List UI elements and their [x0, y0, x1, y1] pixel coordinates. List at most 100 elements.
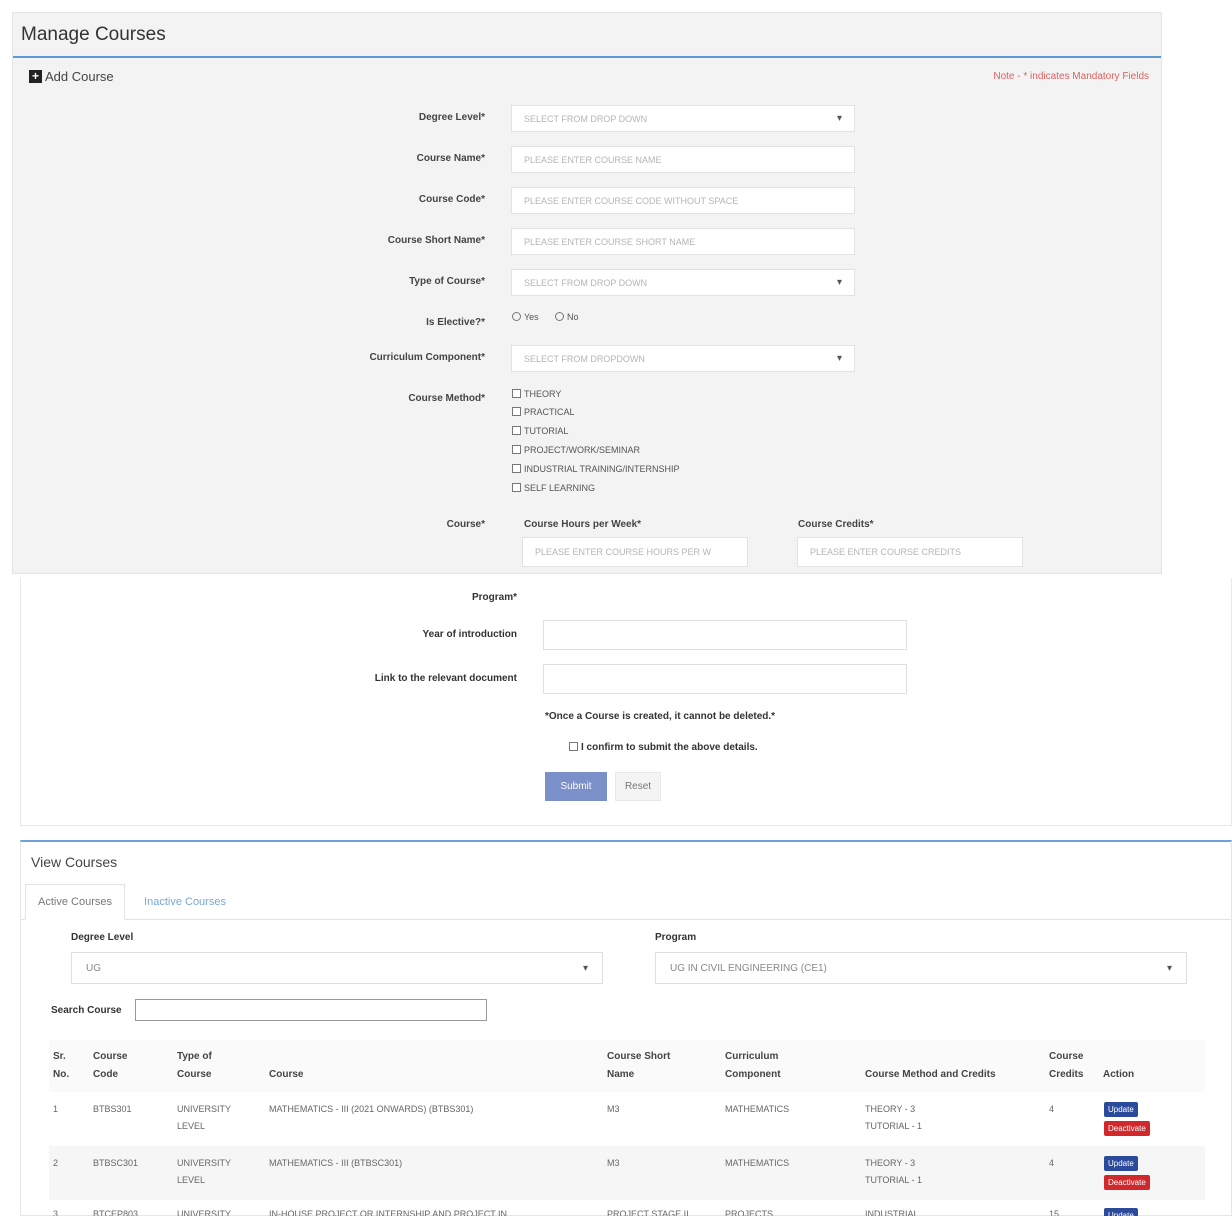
cell-sr: 3	[53, 1209, 59, 1216]
cell-short: M3	[607, 1104, 620, 1114]
short-name-label: Course Short Name*	[387, 235, 485, 246]
view-courses-panel: View Courses Active Courses Inactive Cou…	[20, 840, 1232, 1216]
elective-yes-radio[interactable]	[512, 312, 521, 321]
program-label: Program*	[471, 592, 517, 603]
cell-sr: 2	[53, 1158, 59, 1168]
method-checkbox[interactable]	[512, 483, 521, 492]
course-code-input[interactable]: PLEASE ENTER COURSE CODE WITHOUT SPACE	[511, 187, 855, 214]
tab-active-courses[interactable]: Active Courses	[25, 884, 125, 920]
cell-type: UNIVERSITY	[177, 1209, 232, 1216]
degree-level-filter[interactable]: UG ▾	[71, 952, 603, 984]
elective-no-radio[interactable]	[555, 312, 564, 321]
header-comp: Curriculum Component	[725, 1051, 781, 1080]
course-tabs: Active Courses Inactive Courses	[21, 884, 1231, 920]
elective-no-label: No	[567, 312, 579, 322]
deactivate-button[interactable]: Deactivate	[1104, 1121, 1150, 1136]
cell-type: UNIVERSITY LEVEL	[177, 1104, 232, 1131]
update-button[interactable]: Update	[1104, 1208, 1138, 1216]
course-name-label: Course Name*	[416, 153, 485, 164]
year-input[interactable]	[543, 620, 907, 650]
chevron-down-icon: ▾	[836, 353, 842, 364]
short-name-placeholder: PLEASE ENTER COURSE SHORT NAME	[524, 236, 696, 247]
method-checkbox[interactable]	[512, 407, 521, 416]
update-button[interactable]: Update	[1104, 1156, 1138, 1171]
add-course-label: Add Course	[45, 69, 114, 84]
mandatory-note: Note - * indicates Mandatory Fields	[993, 71, 1149, 82]
reset-button[interactable]: Reset	[615, 772, 661, 801]
method-option[interactable]: INDUSTRIAL TRAINING/INTERNSHIP	[512, 464, 680, 474]
header-method: Course Method and Credits	[865, 1069, 996, 1080]
hours-label: Course Hours per Week*	[524, 519, 642, 530]
add-course-toggle[interactable]: + Add Course	[29, 69, 114, 84]
method-option-label: PRACTICAL	[524, 407, 575, 417]
cell-course: MATHEMATICS - III (BTBSC301)	[269, 1158, 403, 1168]
course-code-label: Course Code*	[418, 194, 485, 205]
method-checkbox[interactable]	[512, 389, 521, 398]
cell-sr: 1	[53, 1104, 59, 1114]
course-name-input[interactable]: PLEASE ENTER COURSE NAME	[511, 146, 855, 173]
method-option-label: SELF LEARNING	[524, 483, 596, 493]
method-option-label: TUTORIAL	[524, 426, 569, 436]
cell-credits: 4	[1049, 1104, 1055, 1114]
cell-comp: MATHEMATICS	[725, 1158, 790, 1168]
curriculum-select-text: SELECT FROM DROPDOWN	[524, 353, 645, 364]
credits-input[interactable]: PLEASE ENTER COURSE CREDITS	[797, 537, 1023, 567]
tab-inactive-courses[interactable]: Inactive Courses	[133, 884, 237, 920]
submit-button[interactable]: Submit	[545, 772, 607, 801]
method-checkbox[interactable]	[512, 426, 521, 435]
type-of-course-label: Type of Course*	[409, 276, 485, 287]
search-input[interactable]	[135, 999, 487, 1021]
method-option[interactable]: PRACTICAL	[512, 407, 575, 417]
method-option[interactable]: PROJECT/WORK/SEMINAR	[512, 445, 640, 455]
chevron-down-icon: ▾	[836, 277, 842, 288]
course-code-placeholder: PLEASE ENTER COURSE CODE WITHOUT SPACE	[524, 195, 739, 206]
short-name-input[interactable]: PLEASE ENTER COURSE SHORT NAME	[511, 228, 855, 255]
confirm-checkbox[interactable]	[569, 742, 578, 751]
header-credits: Course Credits	[1049, 1051, 1084, 1080]
type-of-course-select-text: SELECT FROM DROP DOWN	[524, 277, 648, 288]
cell-credits: 4	[1049, 1158, 1055, 1168]
header-code: Course Code	[93, 1051, 128, 1080]
cell-course: MATHEMATICS - III (2021 ONWARDS) (BTBS30…	[269, 1104, 474, 1114]
degree-level-select[interactable]: SELECT FROM DROP DOWN ▾	[511, 105, 855, 132]
cell-credits: 15	[1049, 1209, 1060, 1216]
method-option[interactable]: THEORY	[512, 389, 561, 399]
course-method-label: Course Method*	[408, 393, 485, 404]
hours-input[interactable]: PLEASE ENTER COURSE HOURS PER W	[522, 537, 748, 567]
update-button[interactable]: Update	[1104, 1102, 1138, 1117]
method-option-label: PROJECT/WORK/SEMINAR	[524, 445, 641, 455]
type-of-course-select[interactable]: SELECT FROM DROP DOWN ▾	[511, 269, 855, 296]
method-checkbox[interactable]	[512, 464, 521, 473]
confirm-label: I confirm to submit the above details.	[581, 742, 758, 753]
cell-comp: MATHEMATICS	[725, 1104, 790, 1114]
elective-no-option[interactable]: No	[555, 312, 579, 322]
chevron-down-icon: ▾	[836, 113, 842, 124]
curriculum-select[interactable]: SELECT FROM DROPDOWN ▾	[511, 345, 855, 372]
cell-short: PROJECT STAGE II	[607, 1209, 689, 1216]
credits-placeholder: PLEASE ENTER COURSE CREDITS	[810, 547, 962, 557]
deactivate-button[interactable]: Deactivate	[1104, 1175, 1150, 1190]
program-filter[interactable]: UG IN CIVIL ENGINEERING (CE1) ▾	[655, 952, 1187, 984]
page-title: Manage Courses	[21, 24, 166, 45]
chevron-down-icon: ▾	[582, 962, 588, 974]
header-sr: Sr. No.	[53, 1051, 70, 1080]
program-filter-value: UG IN CIVIL ENGINEERING (CE1)	[670, 962, 827, 974]
hours-placeholder: PLEASE ENTER COURSE HOURS PER W	[535, 547, 712, 557]
method-option-label: THEORY	[524, 389, 562, 399]
cell-method: INDUSTRIAL	[865, 1209, 919, 1216]
header-course: Course	[269, 1069, 304, 1080]
method-option[interactable]: SELF LEARNING	[512, 483, 595, 493]
link-label: Link to the relevant document	[374, 673, 517, 684]
method-option-label: INDUSTRIAL TRAINING/INTERNSHIP	[524, 464, 680, 474]
elective-yes-option[interactable]: Yes	[512, 312, 539, 322]
method-checkbox[interactable]	[512, 445, 521, 454]
form-continuation-panel: Program* Year of introduction Link to th…	[20, 578, 1232, 826]
method-option[interactable]: TUTORIAL	[512, 426, 568, 436]
confirm-option[interactable]: I confirm to submit the above details.	[569, 742, 758, 753]
plus-icon: +	[29, 70, 42, 83]
year-label: Year of introduction	[422, 629, 517, 640]
program-filter-label: Program	[655, 932, 697, 943]
link-input[interactable]	[543, 664, 907, 694]
elective-yes-label: Yes	[524, 312, 539, 322]
chevron-down-icon: ▾	[1166, 962, 1172, 974]
